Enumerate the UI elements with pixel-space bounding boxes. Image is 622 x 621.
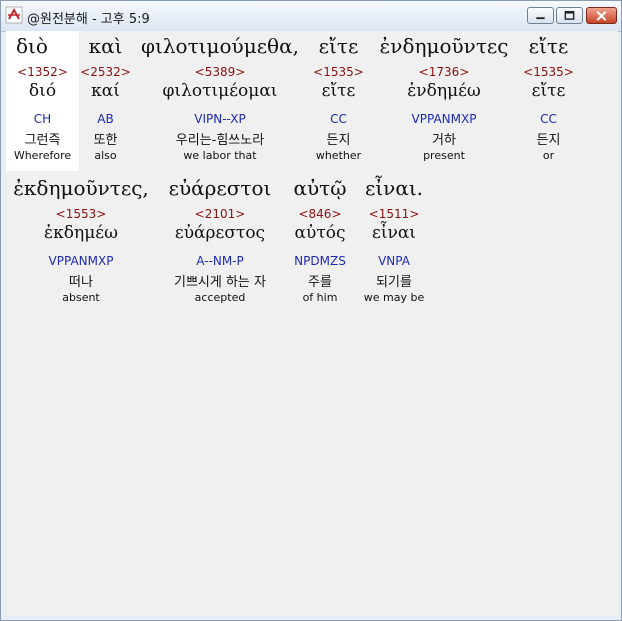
lemma: εὐάρεστος [174, 223, 266, 243]
minimize-icon [536, 17, 545, 20]
english-gloss: we may be [363, 291, 425, 304]
strong-number[interactable]: <1352> [6, 65, 79, 79]
korean-gloss: 되기를 [376, 275, 412, 290]
maximize-icon [564, 11, 575, 20]
word-cell[interactable]: φιλοτιμούμεθα, <5389> φιλοτιμέομαι VIPN-… [140, 31, 300, 171]
morphology-code[interactable]: VNPA [358, 254, 430, 268]
korean-gloss: 우리는-힘쓰노라 [175, 133, 265, 148]
word-cell[interactable]: εὐάρεστοι <2101> εὐάρεστος A--NM-P 기쁘시게 … [158, 173, 282, 313]
greek-word: εἶναι. [364, 176, 424, 200]
strong-number[interactable]: <1535> [305, 65, 372, 79]
english-gloss: also [94, 149, 117, 162]
english-gloss: absent [62, 291, 100, 304]
maximize-button[interactable] [556, 7, 583, 24]
word-cell[interactable]: εἶναι. <1511> εἶναι VNPA 되기를 we may be [358, 173, 430, 313]
strong-number[interactable]: <1535> [515, 65, 582, 79]
english-gloss: or [542, 149, 555, 162]
word-cell[interactable]: εἴτε <1535> εἴτε CC 든지 whether [305, 31, 372, 171]
lemma: καί [91, 81, 120, 101]
strong-number[interactable]: <1736> [374, 65, 514, 79]
morphology-code[interactable]: CH [6, 112, 79, 126]
morphology-code[interactable]: VIPN--XP [140, 112, 300, 126]
lemma: φιλοτιμέομαι [162, 81, 278, 101]
greek-word: καὶ [88, 34, 123, 58]
greek-word: αὐτῷ [293, 176, 347, 200]
english-gloss: Wherefore [13, 149, 72, 162]
morphology-code[interactable]: NPDMZS [285, 254, 355, 268]
morphology-code[interactable]: AB [79, 112, 132, 126]
strong-number[interactable]: <5389> [140, 65, 300, 79]
greek-word: εἴτε [528, 34, 569, 58]
lemma: αὐτός [294, 223, 346, 243]
word-cell[interactable]: αὐτῷ <846> αὐτός NPDMZS 주를 of him [285, 173, 355, 313]
window-title: @원전분해 - 고후 5:9 [27, 12, 150, 27]
greek-word: ἐκδημοῦντες, [13, 176, 149, 200]
close-button[interactable] [586, 7, 617, 24]
lemma: εἶναι [372, 223, 416, 243]
morphology-code[interactable]: VPPANMXP [374, 112, 514, 126]
lemma: διό [28, 81, 57, 101]
close-icon [596, 11, 607, 21]
strong-number[interactable]: <2101> [158, 207, 282, 221]
morphology-code[interactable]: A--NM-P [158, 254, 282, 268]
korean-gloss: 거하 [432, 133, 456, 148]
minimize-button[interactable] [527, 7, 554, 24]
morphology-code[interactable]: CC [515, 112, 582, 126]
korean-gloss: 그런즉 [24, 133, 61, 148]
app-logo-icon [5, 6, 23, 24]
lemma: ἐνδημέω [407, 81, 481, 101]
greek-word: ἐνδημοῦντες [379, 34, 509, 58]
morphology-code[interactable]: VPPANMXP [6, 254, 156, 268]
word-cell[interactable]: εἴτε <1535> εἴτε CC 든지 or [515, 31, 582, 171]
strong-number[interactable]: <2532> [79, 65, 132, 79]
korean-gloss: 든지 [326, 133, 351, 148]
korean-gloss: 떠나 [69, 275, 93, 290]
english-gloss: present [423, 149, 465, 162]
english-gloss: whether [315, 149, 362, 162]
word-cell[interactable]: καὶ <2532> καί AB 또한 also [79, 31, 132, 171]
lemma: εἴτε [531, 81, 566, 101]
english-gloss: we labor that [183, 149, 257, 162]
strong-number[interactable]: <846> [285, 207, 355, 221]
app-window: @원전분해 - 고후 5:9 διὸ <1352> διό CH 그런즉 Whe… [0, 0, 622, 621]
korean-gloss: 기쁘시게 하는 자 [174, 275, 266, 290]
strong-number[interactable]: <1553> [6, 207, 156, 221]
interlinear-panel[interactable]: διὸ <1352> διό CH 그런즉 Wherefore καὶ <253… [6, 31, 618, 616]
korean-gloss: 또한 [93, 133, 118, 148]
greek-word: φιλοτιμούμεθα, [141, 34, 299, 58]
word-cell[interactable]: ἐνδημοῦντες <1736> ἐνδημέω VPPANMXP 거하 p… [374, 31, 514, 171]
english-gloss: of him [302, 291, 338, 304]
lemma: εἴτε [321, 81, 356, 101]
greek-word: εἴτε [318, 34, 359, 58]
greek-word: διὸ [16, 34, 48, 58]
english-gloss: accepted [194, 291, 246, 304]
korean-gloss: 주를 [308, 275, 332, 290]
strong-number[interactable]: <1511> [358, 207, 430, 221]
lemma: ἐκδημέω [44, 223, 118, 243]
title-bar[interactable]: @원전분해 - 고후 5:9 [1, 1, 621, 32]
word-cell[interactable]: διὸ <1352> διό CH 그런즉 Wherefore [6, 31, 79, 171]
korean-gloss: 든지 [536, 133, 561, 148]
morphology-code[interactable]: CC [305, 112, 372, 126]
greek-word: εὐάρεστοι [168, 176, 272, 200]
word-cell[interactable]: ἐκδημοῦντες, <1553> ἐκδημέω VPPANMXP 떠나 … [6, 173, 156, 313]
